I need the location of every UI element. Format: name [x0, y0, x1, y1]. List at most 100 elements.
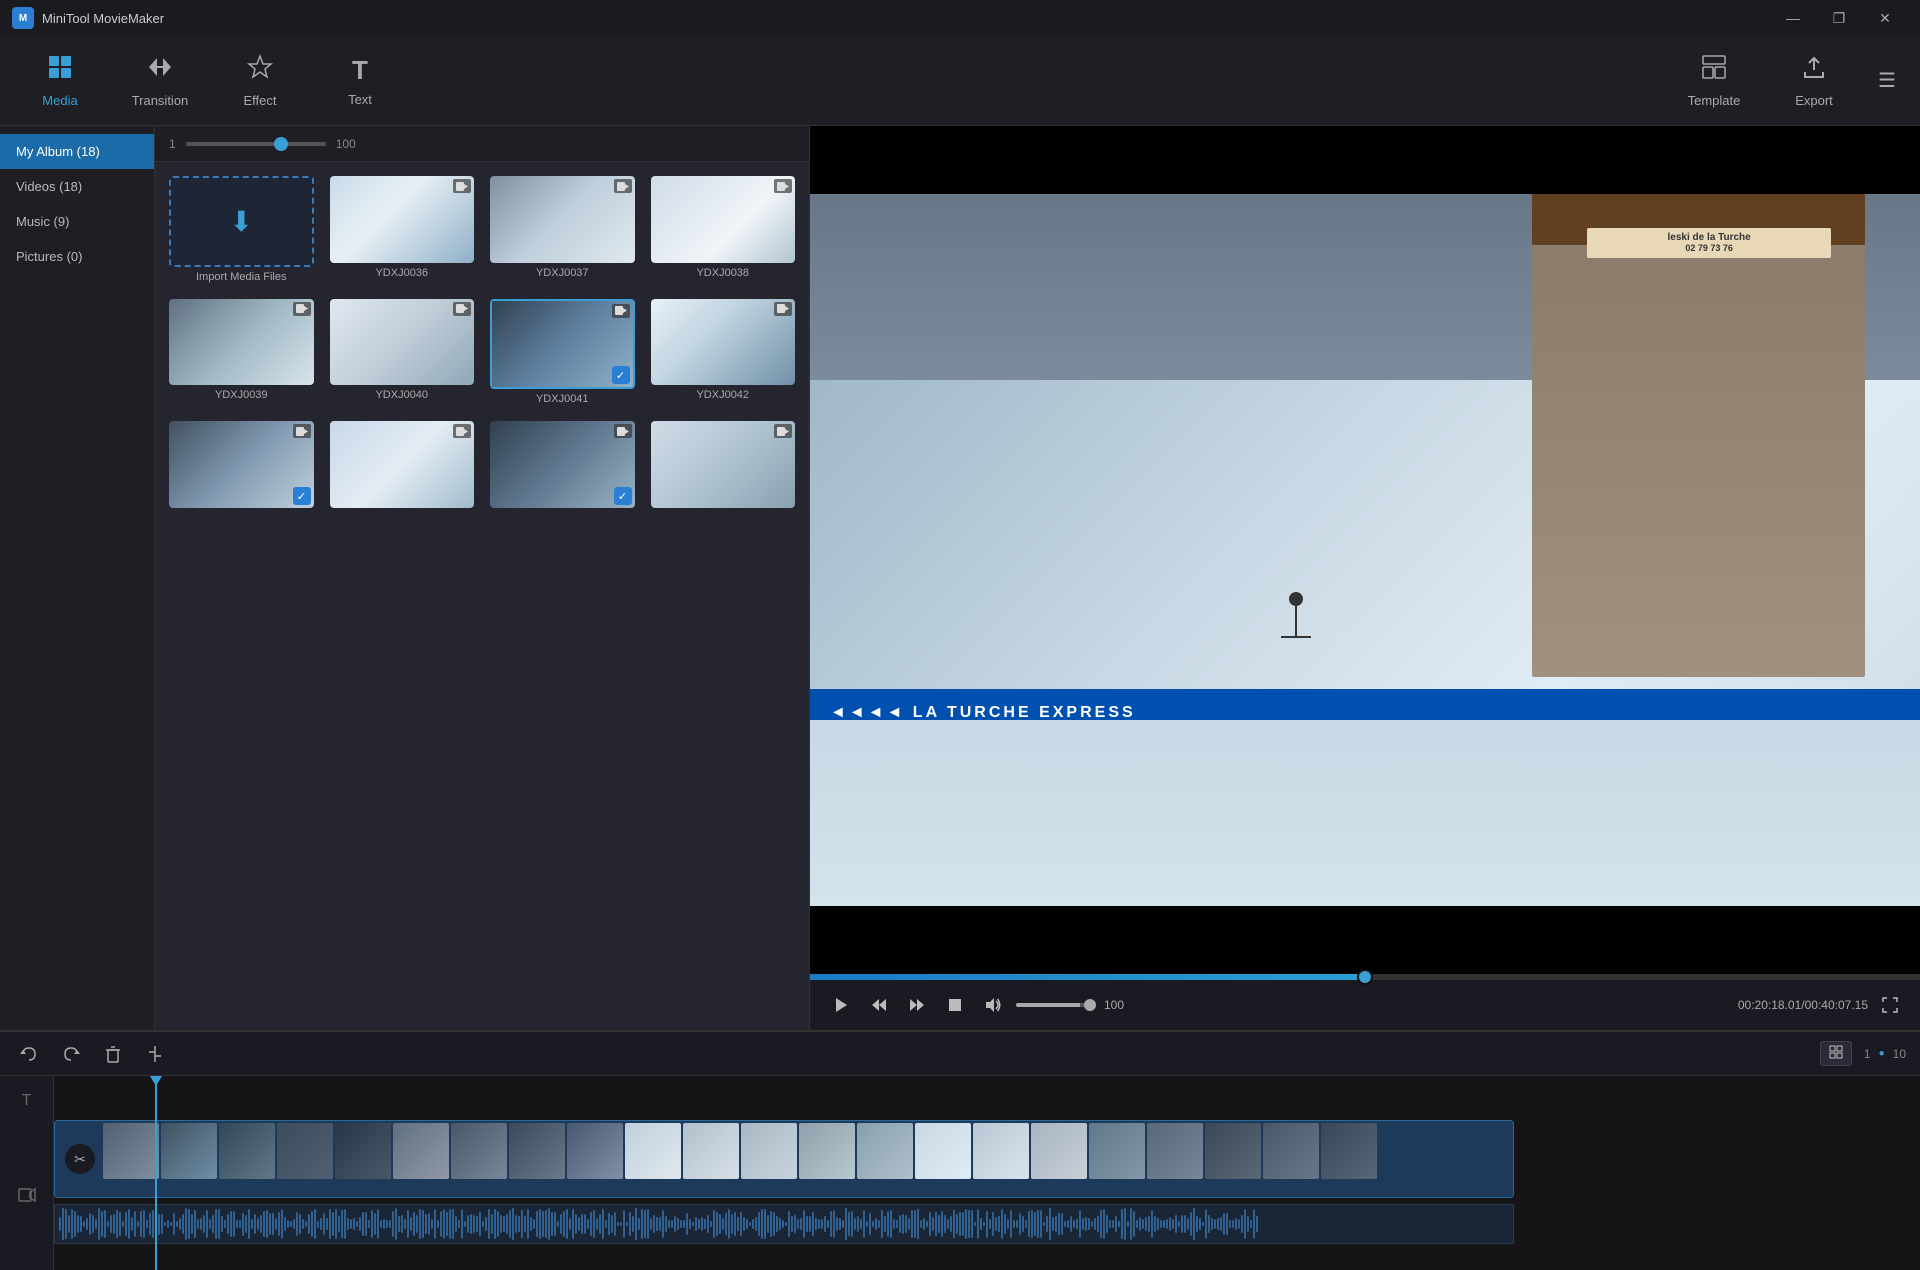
wave-bar: [752, 1219, 754, 1228]
media-item-ydxj0036[interactable]: YDXJ0036: [326, 172, 479, 287]
undo-button[interactable]: [14, 1039, 44, 1069]
wave-bar: [833, 1210, 835, 1237]
forward-button[interactable]: [902, 990, 932, 1020]
wave-bar: [737, 1217, 739, 1231]
toolbar-text[interactable]: T Text: [310, 43, 410, 118]
media-item-ydxj0038[interactable]: YDXJ0038: [647, 172, 800, 287]
wave-bar: [590, 1212, 592, 1237]
wave-bar: [692, 1222, 694, 1226]
wave-bar: [944, 1215, 946, 1233]
stop-button[interactable]: [940, 990, 970, 1020]
wave-bar: [923, 1218, 925, 1230]
wave-bar: [857, 1216, 859, 1231]
wave-bar: [650, 1218, 652, 1230]
media-item-ydxj0039[interactable]: YDXJ0039: [165, 295, 318, 410]
preview-progress[interactable]: [810, 974, 1920, 980]
wave-bar: [437, 1220, 439, 1228]
wave-bar: [242, 1213, 244, 1236]
split-button[interactable]: [140, 1039, 170, 1069]
frame: [683, 1123, 739, 1179]
wave-bar: [380, 1220, 382, 1229]
wave-bar: [686, 1213, 688, 1235]
zoom-dot: ●: [1879, 1048, 1885, 1059]
toolbar-export[interactable]: Export: [1764, 43, 1864, 118]
media-item-ydxj0045[interactable]: ✓: [486, 417, 639, 516]
fullscreen-button[interactable]: [1876, 991, 1904, 1019]
wave-bar: [1091, 1221, 1093, 1228]
restore-button[interactable]: ❐: [1816, 3, 1862, 33]
wave-bar: [1043, 1222, 1045, 1226]
media-item-ydxj0040[interactable]: YDXJ0040: [326, 295, 479, 410]
wave-bar: [251, 1219, 253, 1229]
wave-bar: [395, 1208, 397, 1239]
minimize-button[interactable]: —: [1770, 3, 1816, 33]
wave-bar: [1070, 1216, 1072, 1232]
redo-button[interactable]: [56, 1039, 86, 1069]
wave-bar: [362, 1212, 364, 1236]
toolbar: Media Transition Effect T Text Template …: [0, 36, 1920, 126]
toolbar-transition[interactable]: Transition: [110, 43, 210, 118]
wave-bar: [749, 1222, 751, 1227]
wave-bar: [290, 1221, 292, 1228]
menu-button[interactable]: ☰: [1864, 58, 1910, 104]
toolbar-template[interactable]: Template: [1664, 43, 1764, 118]
playhead: [155, 1076, 157, 1270]
check-indicator: ✓: [614, 487, 632, 505]
wave-bar: [695, 1217, 697, 1231]
wave-bar: [167, 1220, 169, 1228]
toolbar-media[interactable]: Media: [10, 43, 110, 118]
media-item-ydxj0044[interactable]: [326, 417, 479, 516]
text-label: Text: [348, 92, 372, 107]
wave-bar: [1031, 1210, 1033, 1238]
import-media-item[interactable]: ⬇ Import Media Files: [165, 172, 318, 287]
video-track: ✂: [54, 1114, 1920, 1204]
wave-bar: [587, 1219, 589, 1228]
sidebar-item-music[interactable]: Music (9): [0, 204, 154, 239]
wave-bar: [1244, 1209, 1246, 1239]
fit-button[interactable]: [1820, 1041, 1852, 1066]
wave-bar: [932, 1217, 934, 1230]
sidebar-item-pictures[interactable]: Pictures (0): [0, 239, 154, 274]
wave-bar: [350, 1219, 352, 1230]
media-item-ydxj0043[interactable]: ✓: [165, 417, 318, 516]
wave-bar: [638, 1218, 640, 1231]
wave-bar: [566, 1209, 568, 1239]
timeline-tracks[interactable]: ✂: [54, 1076, 1920, 1270]
volume-slider[interactable]: [1016, 1003, 1096, 1007]
wave-bar: [1229, 1220, 1231, 1228]
left-panel: My Album (18) Videos (18) Music (9) Pict…: [0, 126, 810, 1030]
sidebar-item-videos[interactable]: Videos (18): [0, 169, 154, 204]
play-button[interactable]: [826, 990, 856, 1020]
video-indicator: [453, 179, 471, 193]
wave-bar: [863, 1210, 865, 1238]
media-item-ydxj0037[interactable]: YDXJ0037: [486, 172, 639, 287]
toolbar-effect[interactable]: Effect: [210, 43, 310, 118]
frame: [1205, 1123, 1261, 1179]
rewind-button[interactable]: [864, 990, 894, 1020]
wave-bar: [761, 1209, 763, 1238]
media-item-ydxj0041[interactable]: ✓ YDXJ0041: [486, 295, 639, 410]
wave-bar: [560, 1214, 562, 1234]
wave-bar: [620, 1222, 622, 1227]
wave-bar: [473, 1215, 475, 1232]
media-item-ydxj0046[interactable]: [647, 417, 800, 516]
wave-bar: [764, 1209, 766, 1240]
wave-bar: [989, 1219, 991, 1230]
scissors-icon[interactable]: ✂: [65, 1144, 95, 1174]
wave-bar: [485, 1217, 487, 1232]
sidebar-item-album[interactable]: My Album (18): [0, 134, 154, 169]
text-track-icon: T: [22, 1092, 32, 1110]
wave-bar: [461, 1209, 463, 1238]
wave-bar: [512, 1208, 514, 1240]
frame: [857, 1123, 913, 1179]
delete-button[interactable]: [98, 1039, 128, 1069]
wave-bar: [914, 1210, 916, 1237]
media-item-ydxj0042[interactable]: YDXJ0042: [647, 295, 800, 410]
zoom-max-label: 10: [1893, 1047, 1906, 1061]
wave-bar: [917, 1209, 919, 1238]
wave-bar: [1226, 1213, 1228, 1234]
volume-button[interactable]: [978, 990, 1008, 1020]
zoom-slider[interactable]: [186, 142, 326, 146]
close-button[interactable]: ✕: [1862, 3, 1908, 33]
wave-bar: [941, 1211, 943, 1238]
